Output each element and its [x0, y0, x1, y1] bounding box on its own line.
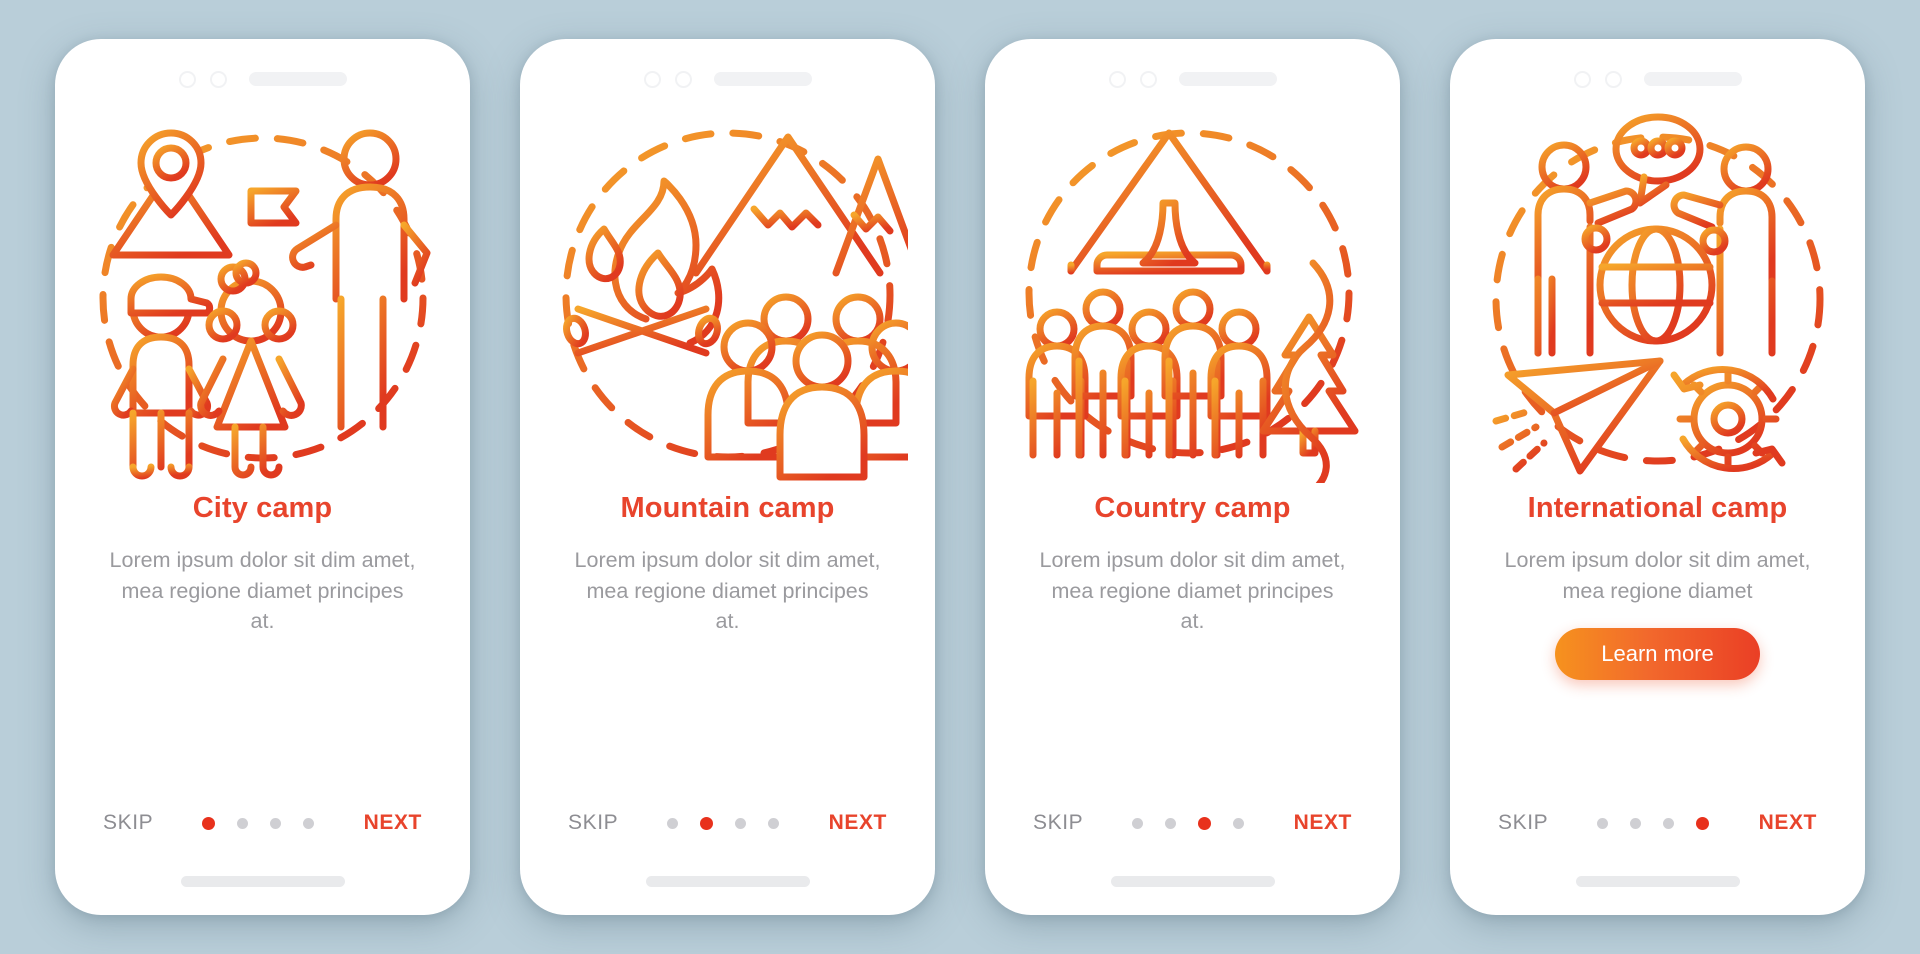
circle-outline-icon — [1604, 70, 1622, 88]
pagination-dot[interactable] — [270, 817, 282, 829]
circle-outline-icon — [178, 70, 196, 88]
page-description: Lorem ipsum dolor sit dim amet, mea regi… — [109, 548, 416, 634]
page-title: Country camp — [1094, 492, 1291, 524]
screen-mountain-camp: Mountain camp Lorem ipsum dolor sit dim … — [526, 45, 929, 909]
pagination-dots — [667, 816, 780, 830]
pagination-dot[interactable] — [202, 816, 216, 830]
pagination-dot[interactable] — [1233, 817, 1245, 829]
pagination-dot[interactable] — [1198, 816, 1212, 830]
learn-more-button[interactable]: Learn more — [1555, 628, 1760, 681]
city-camp-illustration — [83, 103, 443, 483]
status-bar — [991, 45, 1394, 97]
next-button[interactable]: NEXT — [1759, 811, 1817, 835]
onboarding-screens-row: City camp Lorem ipsum dolor sit dim amet… — [0, 0, 1920, 954]
home-indicator[interactable] — [1575, 876, 1740, 887]
pagination-dot[interactable] — [768, 817, 780, 829]
pagination-dot[interactable] — [303, 817, 315, 829]
onboarding-footer: SKIP NEXT — [526, 811, 929, 835]
skip-button[interactable]: SKIP — [1033, 811, 1083, 835]
status-bar — [61, 45, 464, 97]
home-indicator[interactable] — [1110, 876, 1275, 887]
home-indicator[interactable] — [180, 876, 345, 887]
pagination-dots — [1132, 816, 1245, 830]
page-description: Lorem ipsum dolor sit dim amet, mea regi… — [574, 548, 881, 634]
pagination-dot[interactable] — [1663, 817, 1675, 829]
pagination-dot[interactable] — [1597, 817, 1609, 829]
status-bar — [1456, 45, 1859, 97]
next-button[interactable]: NEXT — [364, 811, 422, 835]
learn-more-wrapper: Learn more — [1456, 628, 1859, 681]
circle-outline-icon — [1108, 70, 1126, 88]
pagination-dot[interactable] — [1696, 816, 1710, 830]
onboarding-footer: SKIP NEXT — [991, 811, 1394, 835]
status-bar-pill — [248, 72, 347, 86]
international-camp-illustration — [1478, 103, 1838, 483]
pagination-dot[interactable] — [667, 817, 679, 829]
pagination-dot[interactable] — [1132, 817, 1144, 829]
status-bar-pill — [713, 72, 812, 86]
page-description: Lorem ipsum dolor sit dim amet, mea regi… — [1504, 548, 1811, 603]
onboarding-footer: SKIP NEXT — [61, 811, 464, 835]
home-indicator[interactable] — [645, 876, 810, 887]
circle-outline-icon — [209, 70, 227, 88]
status-bar-pill — [1643, 72, 1742, 86]
mountain-camp-illustration — [548, 103, 908, 483]
pagination-dot[interactable] — [1630, 817, 1642, 829]
phone-mockup-international-camp: International camp Lorem ipsum dolor sit… — [1450, 39, 1865, 915]
status-bar — [526, 45, 929, 97]
skip-button[interactable]: SKIP — [1498, 811, 1548, 835]
page-title: International camp — [1527, 492, 1788, 524]
circle-outline-icon — [643, 70, 661, 88]
pagination-dots — [1597, 816, 1710, 830]
screen-country-camp: Country camp Lorem ipsum dolor sit dim a… — [991, 45, 1394, 909]
circle-outline-icon — [1573, 70, 1591, 88]
screen-city-camp: City camp Lorem ipsum dolor sit dim amet… — [61, 45, 464, 909]
next-button[interactable]: NEXT — [1294, 811, 1352, 835]
country-camp-illustration — [1013, 103, 1373, 483]
circle-outline-icon — [674, 70, 692, 88]
phone-mockup-mountain-camp: Mountain camp Lorem ipsum dolor sit dim … — [520, 39, 935, 915]
pagination-dot[interactable] — [237, 817, 249, 829]
onboarding-footer: SKIP NEXT — [1456, 811, 1859, 835]
skip-button[interactable]: SKIP — [103, 811, 153, 835]
skip-button[interactable]: SKIP — [568, 811, 618, 835]
pagination-dot[interactable] — [1165, 817, 1177, 829]
page-title: Mountain camp — [620, 492, 835, 524]
screen-international-camp: International camp Lorem ipsum dolor sit… — [1456, 45, 1859, 909]
phone-mockup-country-camp: Country camp Lorem ipsum dolor sit dim a… — [985, 39, 1400, 915]
status-bar-pill — [1178, 72, 1277, 86]
page-title: City camp — [192, 492, 333, 524]
pagination-dots — [202, 816, 315, 830]
pagination-dot[interactable] — [700, 816, 714, 830]
pagination-dot[interactable] — [735, 817, 747, 829]
circle-outline-icon — [1139, 70, 1157, 88]
next-button[interactable]: NEXT — [829, 811, 887, 835]
phone-mockup-city-camp: City camp Lorem ipsum dolor sit dim amet… — [55, 39, 470, 915]
page-description: Lorem ipsum dolor sit dim amet, mea regi… — [1039, 548, 1346, 634]
